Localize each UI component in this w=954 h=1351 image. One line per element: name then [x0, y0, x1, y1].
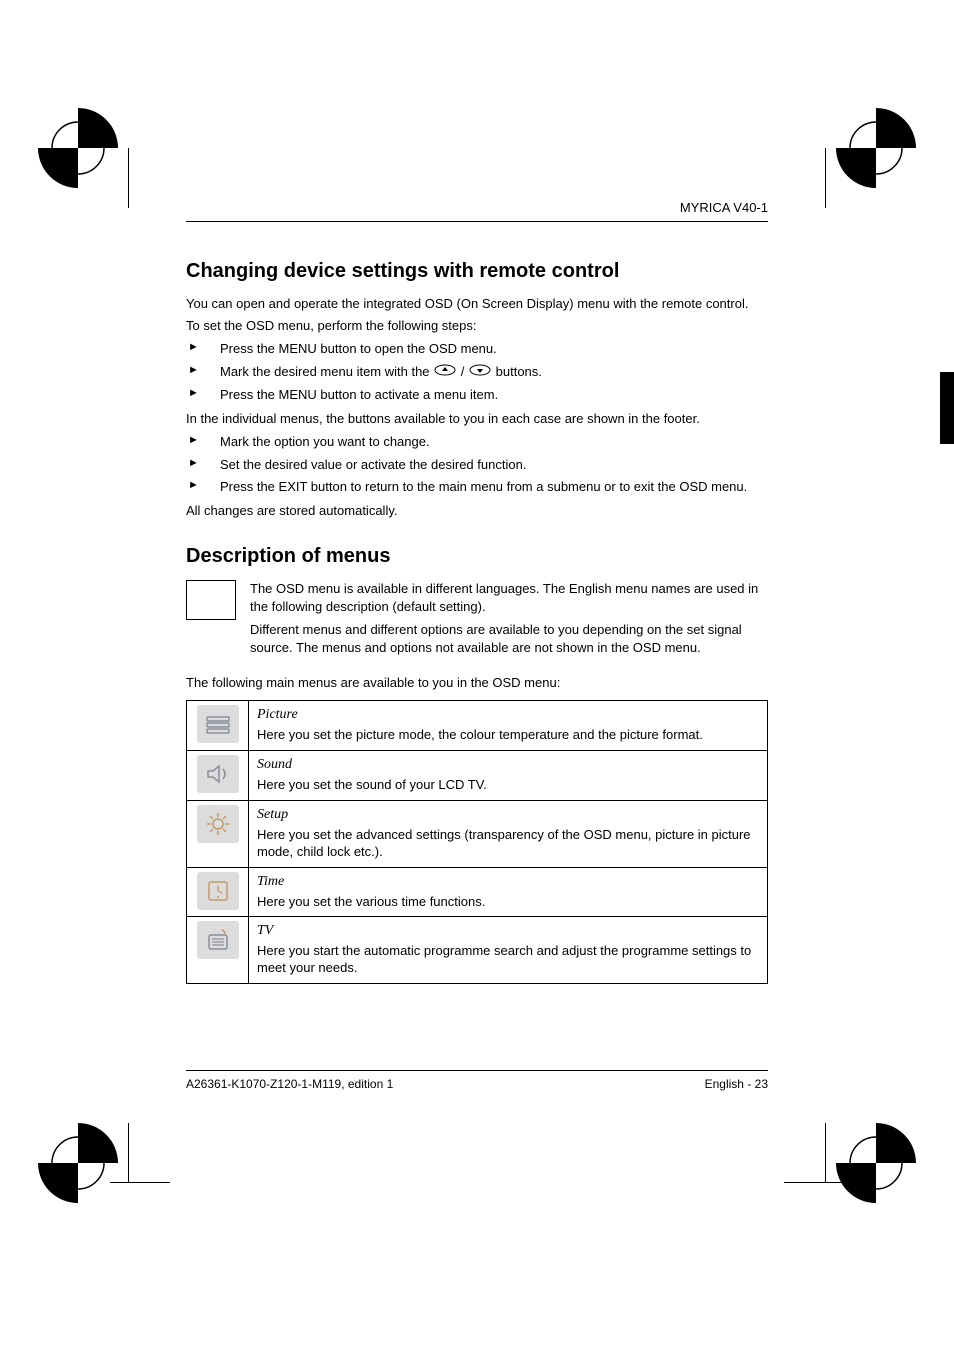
note-line: Different menus and different options ar… — [250, 621, 768, 656]
footer-left: A26361-K1070-Z120-1-M119, edition 1 — [186, 1077, 393, 1091]
registration-icon — [836, 108, 916, 188]
footer-rule — [186, 1070, 768, 1071]
registration-icon — [38, 108, 118, 188]
table-row: Sound Here you set the sound of your LCD… — [187, 750, 768, 800]
menu-desc: Here you start the automatic programme s… — [257, 943, 759, 977]
step-item: Set the desired value or activate the de… — [186, 456, 768, 474]
step-text: Set the desired value or activate the de… — [220, 457, 526, 472]
table-row: Setup Here you set the advanced settings… — [187, 800, 768, 867]
page-content: MYRICA V40-1 Changing device settings wi… — [186, 200, 768, 1091]
registration-icon — [38, 1123, 118, 1203]
menu-name: Time — [257, 874, 759, 890]
menu-desc-cell: TV Here you start the automatic programm… — [249, 917, 768, 984]
crop-mark — [784, 1182, 844, 1183]
step-text: Mark the option you want to change. — [220, 434, 430, 449]
body-text: You can open and operate the integrated … — [186, 295, 768, 313]
step-item: Mark the desired menu item with the / bu… — [186, 363, 768, 381]
step-item: Mark the option you want to change. — [186, 433, 768, 451]
note-text: The OSD menu is available in different l… — [250, 580, 768, 662]
menu-desc-cell: Setup Here you set the advanced settings… — [249, 800, 768, 867]
menu-icon-cell — [187, 800, 249, 867]
step-item: Press the MENU button to open the OSD me… — [186, 340, 768, 358]
menu-desc-cell: Sound Here you set the sound of your LCD… — [249, 750, 768, 800]
up-button-icon — [434, 363, 456, 381]
picture-icon — [197, 705, 239, 743]
sound-icon — [197, 755, 239, 793]
step-item: Press the MENU button to activate a menu… — [186, 386, 768, 404]
menu-name: Picture — [257, 707, 759, 723]
footer: A26361-K1070-Z120-1-M119, edition 1 Engl… — [186, 1070, 768, 1091]
menu-desc-cell: Time Here you set the various time funct… — [249, 867, 768, 917]
body-text: In the individual menus, the buttons ava… — [186, 410, 768, 428]
heading-section2: Description of menus — [186, 545, 768, 568]
setup-icon — [197, 805, 239, 843]
registration-icon — [836, 1123, 916, 1203]
down-button-icon — [469, 363, 491, 381]
crop-mark — [825, 1123, 826, 1183]
step-list-b: Mark the option you want to change. Set … — [186, 433, 768, 496]
body-text: To set the OSD menu, perform the followi… — [186, 317, 768, 335]
crop-mark — [825, 148, 826, 208]
heading-section1: Changing device settings with remote con… — [186, 260, 768, 283]
tv-icon — [197, 921, 239, 959]
menu-icon-cell — [187, 917, 249, 984]
note-box-icon — [186, 580, 236, 620]
header-product: MYRICA V40-1 — [186, 200, 768, 215]
separator: / — [461, 364, 468, 379]
note-line: The OSD menu is available in different l… — [250, 580, 768, 615]
menu-icon-cell — [187, 700, 249, 750]
menu-icon-cell — [187, 867, 249, 917]
menu-desc: Here you set the sound of your LCD TV. — [257, 777, 759, 794]
menu-desc: Here you set the various time functions. — [257, 894, 759, 911]
menu-icon-cell — [187, 750, 249, 800]
menu-desc: Here you set the advanced settings (tran… — [257, 827, 759, 861]
step-list-a: Press the MENU button to open the OSD me… — [186, 340, 768, 403]
table-row: Time Here you set the various time funct… — [187, 867, 768, 917]
note-block: The OSD menu is available in different l… — [186, 580, 768, 662]
crop-mark — [110, 1182, 170, 1183]
time-icon — [197, 872, 239, 910]
step-text: Press the EXIT button to return to the m… — [220, 479, 747, 494]
step-text: Press the MENU button to activate a menu… — [220, 387, 498, 402]
body-text: The following main menus are available t… — [186, 674, 768, 692]
menu-table: Picture Here you set the picture mode, t… — [186, 700, 768, 984]
step-text: buttons. — [496, 364, 542, 379]
step-text: Press the MENU button to open the OSD me… — [220, 341, 497, 356]
menu-name: Sound — [257, 757, 759, 773]
menu-desc-cell: Picture Here you set the picture mode, t… — [249, 700, 768, 750]
step-item: Press the EXIT button to return to the m… — [186, 478, 768, 496]
footer-right: English - 23 — [705, 1077, 768, 1091]
menu-name: TV — [257, 923, 759, 939]
table-row: TV Here you start the automatic programm… — [187, 917, 768, 984]
menu-desc: Here you set the picture mode, the colou… — [257, 727, 759, 744]
body-text: All changes are stored automatically. — [186, 502, 768, 520]
side-tab — [940, 372, 954, 444]
header-rule — [186, 221, 768, 222]
table-row: Picture Here you set the picture mode, t… — [187, 700, 768, 750]
menu-name: Setup — [257, 807, 759, 823]
crop-mark — [128, 1123, 129, 1183]
step-text: Mark the desired menu item with the — [220, 364, 433, 379]
crop-mark — [128, 148, 129, 208]
